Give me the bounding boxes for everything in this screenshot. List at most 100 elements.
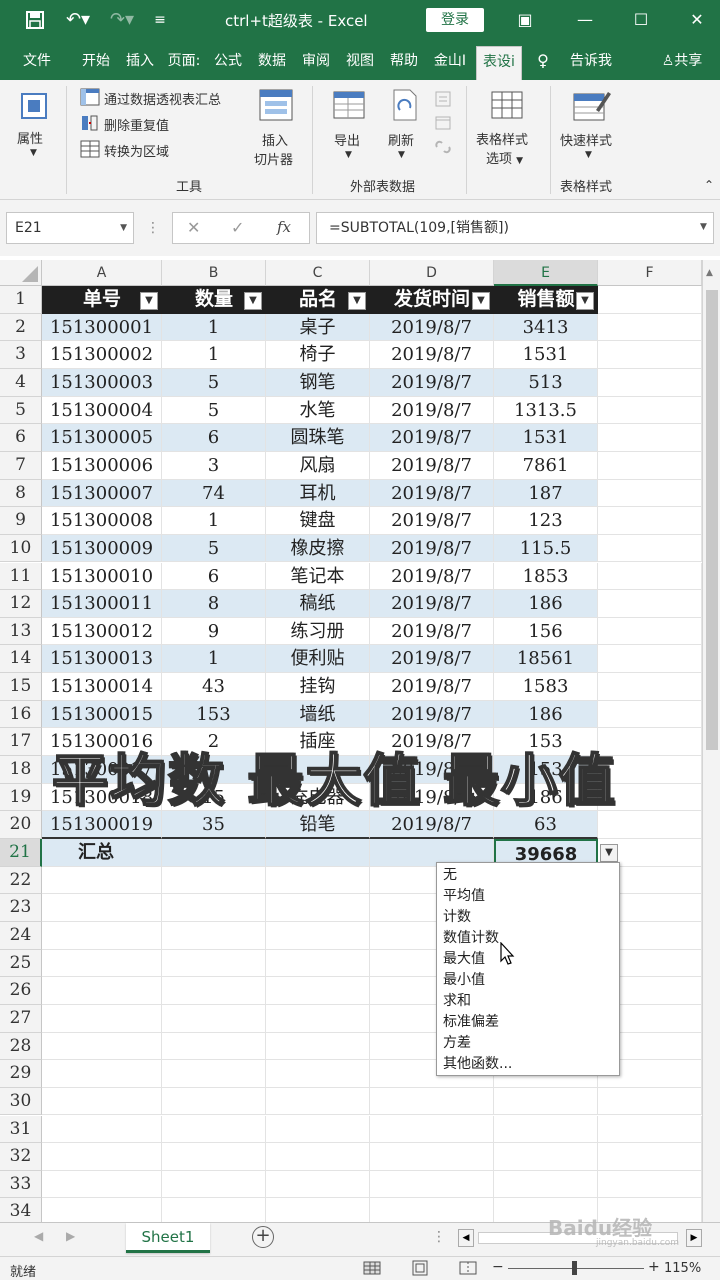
cell-b[interactable] [162, 1004, 266, 1033]
name-box[interactable]: E21 ▼ [6, 212, 134, 244]
table-cell-ship-date[interactable]: 2019/8/7 [370, 562, 494, 591]
cell-d[interactable] [370, 1087, 494, 1116]
properties-small-icon[interactable] [434, 90, 452, 108]
row-header[interactable]: 14 [0, 645, 42, 674]
scroll-left-icon[interactable]: ◀ [458, 1229, 474, 1247]
table-cell-sales[interactable]: 1853 [494, 562, 598, 591]
cell-c[interactable] [266, 1143, 370, 1171]
cell-f[interactable] [598, 645, 702, 674]
cell-c[interactable] [266, 866, 370, 895]
table-cell-sales[interactable]: 1313.5 [494, 396, 598, 425]
table-cell-order-no[interactable]: 151300004 [42, 396, 162, 425]
table-cell-order-no[interactable]: 151300008 [42, 507, 162, 535]
more-icon[interactable]: ⋮ [146, 220, 160, 236]
row-header[interactable]: 30 [0, 1087, 42, 1116]
row-header[interactable]: 7 [0, 451, 42, 480]
cell-f[interactable] [598, 673, 702, 701]
table-cell-ship-date[interactable]: 2019/8/7 [370, 645, 494, 674]
row-header[interactable]: 27 [0, 1004, 42, 1033]
normal-view-icon[interactable] [362, 1260, 382, 1276]
cell-f[interactable] [598, 1087, 702, 1116]
row-header[interactable]: 12 [0, 590, 42, 618]
table-cell-order-no[interactable]: 151300015 [42, 700, 162, 729]
table-cell-product[interactable]: 练习册 [266, 617, 370, 646]
cell-e[interactable] [494, 1143, 598, 1171]
filter-dropdown-icon[interactable]: ▼ [576, 292, 594, 310]
cancel-icon[interactable]: ✕ [187, 218, 200, 237]
cell-c[interactable] [266, 921, 370, 950]
cell-c[interactable] [266, 894, 370, 922]
table-cell-sales[interactable]: 7861 [494, 451, 598, 480]
remove-duplicates-button[interactable]: 删除重复值 [104, 115, 169, 134]
collapse-ribbon-icon[interactable]: ⌃ [704, 178, 714, 192]
cell-f[interactable] [598, 424, 702, 452]
cell-e[interactable] [494, 1170, 598, 1199]
cell-a[interactable] [42, 977, 162, 1005]
table-cell-quantity[interactable]: 1 [162, 645, 266, 674]
cell-d[interactable] [370, 1170, 494, 1199]
cell-e[interactable] [494, 1115, 598, 1144]
table-cell-sales[interactable]: 513 [494, 368, 598, 397]
table-cell-quantity[interactable]: 1 [162, 507, 266, 535]
table-cell-quantity[interactable]: 1 [162, 341, 266, 369]
cell-b[interactable] [162, 1060, 266, 1088]
properties-label[interactable]: 属性 [17, 128, 43, 147]
cell-f[interactable] [598, 368, 702, 397]
cell-f[interactable] [598, 1143, 702, 1171]
tab-kingsoft[interactable]: 金山I [428, 48, 472, 76]
table-cell-ship-date[interactable]: 2019/8/7 [370, 673, 494, 701]
dropdown-option[interactable]: 平均值 [437, 886, 619, 907]
table-cell-order-no[interactable]: 151300005 [42, 424, 162, 452]
dropdown-option[interactable]: 计数 [437, 907, 619, 928]
table-cell-quantity[interactable]: 153 [162, 700, 266, 729]
style-options-button[interactable]: 选项 ▼ [486, 148, 523, 167]
row-header[interactable]: 5 [0, 396, 42, 425]
undo-icon[interactable]: ↶▾ [60, 6, 96, 34]
dropdown-option[interactable]: 最大值 [437, 949, 619, 970]
table-cell-product[interactable]: 圆珠笔 [266, 424, 370, 452]
cell-a[interactable] [42, 921, 162, 950]
table-cell-quantity[interactable]: 9 [162, 617, 266, 646]
export-button[interactable]: 导出 [334, 130, 360, 149]
table-cell-quantity[interactable]: 3 [162, 451, 266, 480]
total-row-cell[interactable] [162, 839, 266, 867]
row-header[interactable]: 10 [0, 534, 42, 563]
cell-c[interactable] [266, 1032, 370, 1061]
cell-a[interactable] [42, 866, 162, 895]
scroll-up-icon[interactable]: ▲ [706, 268, 713, 278]
dropdown-option[interactable]: 数值计数 [437, 928, 619, 949]
zoom-out-icon[interactable]: − [492, 1259, 504, 1275]
row-header[interactable]: 16 [0, 700, 42, 729]
table-cell-product[interactable]: 耳机 [266, 479, 370, 508]
tab-insert[interactable]: 插入 [120, 48, 160, 76]
table-cell-product[interactable]: 橡皮擦 [266, 534, 370, 563]
page-break-icon[interactable] [458, 1260, 478, 1276]
cell-c[interactable] [266, 1004, 370, 1033]
scroll-thumb[interactable] [706, 290, 718, 750]
tab-page-layout[interactable]: 页面: [164, 48, 204, 76]
row-header[interactable]: 31 [0, 1115, 42, 1144]
cell-a[interactable] [42, 1032, 162, 1061]
customize-qat-icon[interactable]: ≡ [148, 6, 172, 34]
cell-b[interactable] [162, 1087, 266, 1116]
cell-a[interactable] [42, 1198, 162, 1222]
row-header[interactable]: 33 [0, 1170, 42, 1199]
row-header[interactable]: 20 [0, 811, 42, 839]
cell-f[interactable] [598, 507, 702, 535]
cell-c[interactable] [266, 1198, 370, 1222]
select-all-corner[interactable] [0, 260, 42, 286]
table-cell-ship-date[interactable]: 2019/8/7 [370, 534, 494, 563]
row-header[interactable]: 29 [0, 1060, 42, 1088]
maximize-icon[interactable]: ☐ [624, 6, 658, 34]
dropdown-option[interactable]: 无 [437, 865, 619, 886]
expand-formula-icon[interactable]: ▼ [700, 222, 707, 232]
cell-a[interactable] [42, 1087, 162, 1116]
table-cell-product[interactable]: 桌子 [266, 313, 370, 342]
table-cell-order-no[interactable]: 151300012 [42, 617, 162, 646]
row-header[interactable]: 11 [0, 562, 42, 591]
table-cell-sales[interactable]: 1583 [494, 673, 598, 701]
column-header-c[interactable]: C [266, 260, 370, 286]
zoom-slider-thumb[interactable] [572, 1261, 577, 1275]
cell-f[interactable] [598, 700, 702, 729]
table-cell-product[interactable]: 稿纸 [266, 590, 370, 618]
